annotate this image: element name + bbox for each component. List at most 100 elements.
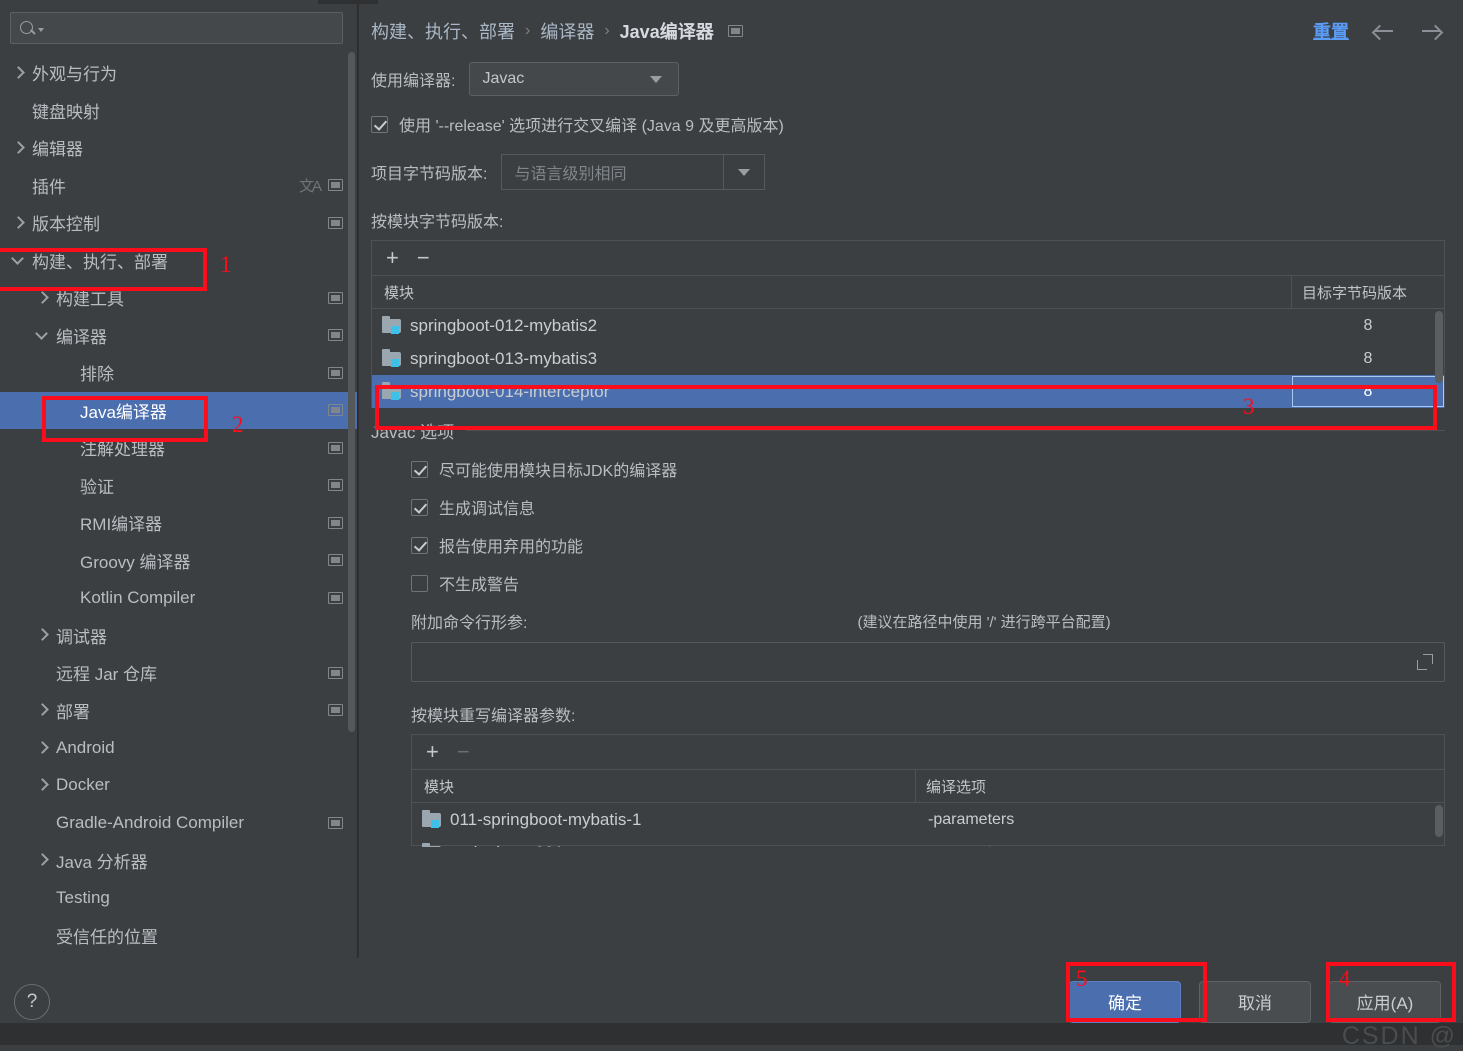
sidebar-item-20[interactable]: Gradle-Android Compiler — [0, 804, 357, 842]
apply-button[interactable]: 应用(A) — [1329, 980, 1441, 1023]
chevron-right-icon[interactable] — [34, 627, 50, 643]
sidebar-item-16[interactable]: 远程 Jar 仓库 — [0, 654, 357, 692]
remove-module-button[interactable]: − — [417, 247, 430, 269]
use-compiler-select[interactable]: Javac — [469, 62, 680, 96]
sidebar-item-18[interactable]: Android — [0, 729, 357, 767]
expand-icon[interactable] — [1416, 653, 1434, 671]
sidebar-item-label: 注解处理器 — [80, 440, 165, 460]
target-bytecode-cell[interactable]: 8 — [1292, 317, 1444, 335]
monitor-icon — [328, 704, 343, 717]
sidebar-item-9[interactable]: Java编译器 — [0, 391, 357, 429]
settings-main-panel: 构建、执行、部署 › 编译器 › Java编译器 重置 使用编译器: Javac — [358, 0, 1463, 958]
target-bytecode-cell[interactable]: 8 — [1292, 376, 1444, 407]
project-bytecode-select[interactable]: 与语言级别相同 — [501, 154, 766, 190]
column-header-module[interactable]: 模块 — [412, 770, 916, 802]
table-row[interactable]: springboot-014-interceptor 8 — [372, 375, 1444, 408]
sidebar-item-5[interactable]: 构建、执行、部署 — [0, 242, 357, 280]
sidebar-item-19[interactable]: Docker — [0, 767, 357, 805]
chevron-down-icon[interactable] — [10, 252, 26, 268]
table-row[interactable]: springboot-012-mybatis2 8 — [372, 309, 1444, 342]
chevron-right-icon[interactable] — [34, 852, 50, 868]
breadcrumb-item-build[interactable]: 构建、执行、部署 — [371, 18, 515, 44]
sidebar-item-6[interactable]: 构建工具 — [0, 279, 357, 317]
module-icon — [382, 381, 401, 400]
monitor-icon — [328, 366, 343, 379]
chevron-right-icon[interactable] — [34, 290, 50, 306]
arrow-right-icon[interactable] — [1419, 18, 1445, 44]
breadcrumb-item-compiler[interactable]: 编译器 — [540, 18, 594, 44]
chevron-down-icon[interactable] — [34, 327, 50, 343]
project-bytecode-dropdown-button[interactable] — [723, 154, 766, 190]
column-header-module[interactable]: 模块 — [372, 276, 1292, 308]
ok-button[interactable]: 确定 — [1069, 980, 1181, 1023]
sidebar-item-12[interactable]: RMI编译器 — [0, 504, 357, 542]
javac-option-checkbox[interactable] — [411, 460, 428, 478]
sidebar-item-14[interactable]: Kotlin Compiler — [0, 579, 357, 617]
sidebar-item-label: 插件 — [32, 177, 66, 197]
settings-tree[interactable]: 外观与行为 键盘映射 编辑器 插件 文A 版本控制 构建、执行、部署 构建工具 编译器 排除 Jav… — [0, 52, 357, 958]
sidebar-item-0[interactable]: 外观与行为 — [0, 54, 357, 92]
sidebar-item-3[interactable]: 插件 文A — [0, 167, 357, 205]
javac-option-row[interactable]: 尽可能使用模块目标JDK的编译器 — [411, 457, 1445, 481]
column-header-target-bytecode[interactable]: 目标字节码版本 — [1292, 276, 1444, 308]
chevron-right-icon[interactable] — [10, 215, 26, 231]
help-button[interactable]: ? — [14, 983, 50, 1020]
cancel-button[interactable]: 取消 — [1199, 980, 1311, 1023]
sidebar-scrollbar[interactable] — [348, 52, 355, 732]
chevron-right-icon[interactable] — [34, 702, 50, 718]
javac-option-checkbox[interactable] — [411, 574, 428, 592]
use-compiler-value: Javac — [482, 70, 525, 87]
remove-override-button[interactable]: − — [457, 741, 470, 763]
javac-option-row[interactable]: 生成调试信息 — [411, 495, 1445, 519]
table-row[interactable]: springboot-013-mybatis3 8 — [372, 342, 1444, 375]
arrow-left-icon[interactable] — [1371, 18, 1397, 44]
sidebar-item-label: 编译器 — [56, 327, 107, 347]
sidebar-item-13[interactable]: Groovy 编译器 — [0, 542, 357, 580]
sidebar-item-23[interactable]: 受信任的位置 — [0, 917, 357, 955]
release-option-row[interactable]: 使用 '--release' 选项进行交叉编译 (Java 9 及更高版本) — [371, 112, 1445, 136]
sidebar-item-22[interactable]: Testing — [0, 879, 357, 917]
javac-option-checkbox[interactable] — [411, 498, 428, 516]
reset-link[interactable]: 重置 — [1313, 18, 1349, 44]
sidebar-item-15[interactable]: 调试器 — [0, 617, 357, 655]
sidebar-item-17[interactable]: 部署 — [0, 692, 357, 730]
module-icon — [382, 348, 401, 367]
table-row[interactable]: 011-springboot-mybatis-1 -parameters — [412, 803, 1444, 836]
table-row[interactable]: springboot-001 -parameters — [412, 836, 1444, 847]
sidebar-item-11[interactable]: 验证 — [0, 467, 357, 505]
javac-option-row[interactable]: 不生成警告 — [411, 571, 1445, 595]
sidebar-item-2[interactable]: 编辑器 — [0, 129, 357, 167]
chevron-right-icon[interactable] — [10, 140, 26, 156]
sidebar-item-8[interactable]: 排除 — [0, 354, 357, 392]
chevron-right-icon[interactable] — [34, 777, 50, 793]
compile-options-cell[interactable]: -parameters — [916, 844, 1416, 848]
add-module-button[interactable]: + — [386, 247, 399, 269]
override-table-scrollbar[interactable] — [1435, 805, 1443, 837]
extra-params-field[interactable] — [411, 642, 1445, 682]
override-table-body[interactable]: 011-springboot-mybatis-1-parameterssprin… — [412, 803, 1444, 847]
add-override-button[interactable]: + — [426, 741, 439, 763]
override-table: + − 模块 编译选项 011-springboot-mybatis-1 -par… — [411, 734, 1445, 847]
release-option-label: 使用 '--release' 选项进行交叉编译 (Java 9 及更高版本) — [399, 118, 784, 135]
column-header-compile-options[interactable]: 编译选项 — [916, 770, 1416, 802]
search-container — [0, 0, 357, 52]
bytecode-table-body[interactable]: springboot-012-mybatis2 8 springboot-013-m… — [372, 309, 1444, 408]
chevron-right-icon[interactable] — [10, 65, 26, 81]
release-option-checkbox[interactable] — [371, 115, 388, 133]
sidebar-item-1[interactable]: 键盘映射 — [0, 92, 357, 130]
breadcrumb-separator: › — [604, 22, 610, 39]
extra-params-input[interactable] — [422, 652, 1416, 672]
compile-options-cell[interactable]: -parameters — [916, 811, 1416, 829]
chevron-right-icon[interactable] — [34, 740, 50, 756]
sidebar-item-10[interactable]: 注解处理器 — [0, 429, 357, 467]
target-bytecode-cell[interactable]: 8 — [1292, 350, 1444, 368]
sidebar-item-4[interactable]: 版本控制 — [0, 204, 357, 242]
project-bytecode-value[interactable]: 与语言级别相同 — [501, 154, 724, 190]
javac-option-checkbox[interactable] — [411, 536, 428, 554]
bytecode-table-scrollbar[interactable] — [1435, 311, 1443, 383]
search-box[interactable] — [10, 12, 343, 44]
sidebar-item-21[interactable]: Java 分析器 — [0, 842, 357, 880]
sidebar-item-7[interactable]: 编译器 — [0, 317, 357, 355]
search-input[interactable] — [44, 19, 334, 37]
javac-option-row[interactable]: 报告使用弃用的功能 — [411, 533, 1445, 557]
